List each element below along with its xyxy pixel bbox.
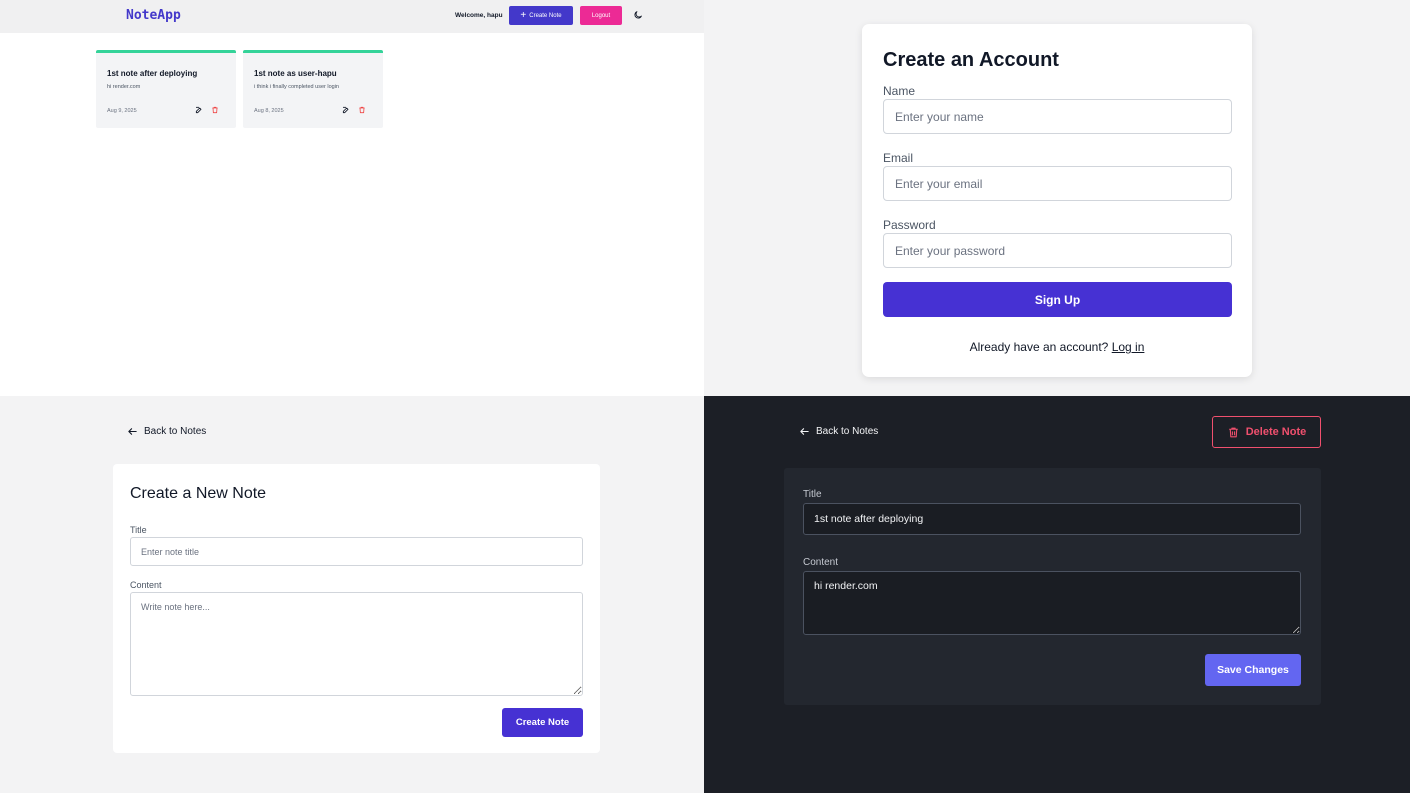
edit-icon[interactable] [195,106,203,114]
password-field[interactable] [883,233,1232,268]
create-note-label: Create Note [529,12,562,19]
note-content-input[interactable]: hi render.com [803,571,1301,635]
trash-icon [1228,427,1238,437]
welcome-text: Welcome, hapu [455,12,503,19]
logout-button[interactable]: Logout [580,6,622,25]
note-title-input[interactable] [803,503,1301,535]
note-content: hi render.com [107,84,141,90]
note-title-input[interactable] [130,537,583,566]
email-field[interactable] [883,166,1232,201]
note-content-input[interactable] [130,592,583,696]
navbar: NoteApp Welcome, hapu + Create Note Logo… [0,0,704,33]
content-label: Content [803,557,839,568]
name-field[interactable] [883,99,1232,134]
edit-note-card: Title Content hi render.com Save Changes [784,468,1321,705]
signup-title: Create an Account [883,49,1059,71]
note-card[interactable]: 1st note as user-hapu i think i finally … [243,50,383,128]
login-prompt: Already have an account? Log in [862,340,1252,354]
email-label: Email [883,151,914,165]
back-label: Back to Notes [816,426,879,437]
delete-label: Delete Note [1245,426,1307,438]
brand-logo[interactable]: NoteApp [126,8,181,23]
note-date: Aug 8, 2025 [254,108,284,114]
create-note-screen: Back to Notes Create a New Note Title Co… [0,396,704,793]
moon-icon[interactable] [633,10,643,20]
edit-note-screen: Back to Notes Delete Note Title Content … [704,396,1410,793]
create-note-title: Create a New Note [130,485,267,502]
back-to-notes-link[interactable]: Back to Notes [799,426,878,437]
create-note-card: Create a New Note Title Content Create N… [113,464,600,753]
trash-icon[interactable] [211,106,219,114]
trash-icon[interactable] [358,106,366,114]
back-label: Back to Notes [144,426,207,437]
create-note-submit-button[interactable]: Create Note [502,708,583,737]
save-changes-button[interactable]: Save Changes [1205,654,1301,686]
back-to-notes-link[interactable]: Back to Notes [127,426,206,437]
name-label: Name [883,84,916,98]
note-card[interactable]: 1st note after deploying hi render.com A… [96,50,236,128]
signup-card: Create an Account Name Email Password Si… [862,24,1252,377]
content-label: Content [130,580,162,590]
arrow-left-icon [800,428,809,435]
note-content: i think i finally completed user login [254,84,339,90]
edit-icon[interactable] [342,106,350,114]
create-note-button[interactable]: + Create Note [509,6,573,25]
note-date: Aug 9, 2025 [107,108,137,114]
signup-screen: Create an Account Name Email Password Si… [704,0,1410,396]
dashboard-screen: NoteApp Welcome, hapu + Create Note Logo… [0,0,704,396]
delete-note-button[interactable]: Delete Note [1212,416,1321,448]
login-prompt-text: Already have an account? [969,340,1109,354]
password-label: Password [883,218,936,232]
arrow-left-icon [128,428,137,435]
sign-up-button[interactable]: Sign Up [883,282,1232,317]
note-title: 1st note as user-hapu [254,69,337,78]
title-label: Title [130,525,147,535]
login-link[interactable]: Log in [1112,340,1145,354]
note-title: 1st note after deploying [107,69,198,78]
plus-icon: + [520,9,527,21]
title-label: Title [803,489,822,500]
